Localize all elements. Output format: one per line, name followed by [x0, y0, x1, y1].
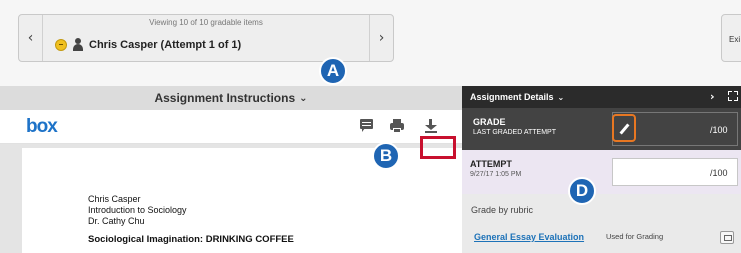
- pencil-icon: [619, 123, 630, 135]
- callout-a: A: [319, 57, 347, 85]
- attempt-navigator: ‹ Viewing 10 of 10 gradable items Chris …: [18, 14, 394, 62]
- grade-by-rubric-label: Grade by rubric: [471, 205, 534, 215]
- document-toolbar: box: [0, 110, 462, 144]
- print-icon[interactable]: [390, 119, 404, 133]
- doc-instructor: Dr. Cathy Chu: [88, 216, 145, 226]
- previous-item-button[interactable]: ‹: [19, 15, 43, 61]
- download-icon[interactable]: [424, 119, 438, 133]
- highlight-box: [420, 136, 456, 159]
- callout-d: D: [568, 177, 596, 205]
- attempt-max: /100: [710, 168, 728, 178]
- doc-course: Introduction to Sociology: [88, 205, 187, 215]
- grade-max: /100: [710, 125, 728, 135]
- status-dot-icon: [55, 38, 67, 51]
- grade-section: GRADE LAST GRADED ATTEMPT /100: [462, 108, 741, 150]
- attempt-label: ATTEMPT: [470, 159, 512, 169]
- student-attempt[interactable]: Chris Casper (Attempt 1 of 1): [55, 38, 241, 51]
- student-attempt-label: Chris Casper (Attempt 1 of 1): [89, 38, 242, 51]
- chevron-right-icon[interactable]: ›: [710, 90, 715, 103]
- edit-grade-button[interactable]: [612, 114, 636, 142]
- rubric-section: Grade by rubric General Essay Evaluation…: [462, 194, 741, 253]
- rubric-used-for: Used for Grading: [606, 232, 664, 241]
- callout-b: B: [372, 142, 400, 170]
- doc-author: Chris Casper: [88, 194, 141, 204]
- attempt-section: ATTEMPT 9/27/17 1:05 PM /100: [462, 150, 741, 194]
- assignment-instructions-toggle[interactable]: Assignment Instructions ⌄: [0, 86, 462, 110]
- grading-panel: Assignment Details ⌄ › GRADE LAST GRADED…: [462, 86, 741, 253]
- chevron-down-icon: ⌄: [299, 92, 308, 104]
- attempt-date: 9/27/17 1:05 PM: [470, 171, 522, 178]
- assignment-details-header[interactable]: Assignment Details ⌄ ›: [462, 86, 741, 108]
- doc-title: Sociological Imagination: DRINKING COFFE…: [88, 234, 294, 245]
- assignment-details-label: Assignment Details: [470, 92, 554, 102]
- grade-sublabel: LAST GRADED ATTEMPT: [473, 129, 556, 136]
- person-icon: [72, 38, 84, 51]
- next-item-button[interactable]: ›: [369, 15, 393, 61]
- assignment-instructions-label: Assignment Instructions: [154, 91, 296, 105]
- rubric-link[interactable]: General Essay Evaluation: [474, 232, 584, 242]
- comment-icon[interactable]: [360, 119, 374, 133]
- top-navigation-area: ‹ Viewing 10 of 10 gradable items Chris …: [0, 0, 741, 86]
- viewing-count: Viewing 10 of 10 gradable items: [149, 18, 263, 27]
- exit-button[interactable]: Exi: [721, 14, 741, 62]
- box-logo: box: [26, 116, 58, 137]
- chevron-down-icon: ⌄: [557, 92, 565, 102]
- expand-icon[interactable]: [728, 91, 738, 101]
- grade-label: GRADE: [473, 117, 506, 127]
- rubric-icon[interactable]: [720, 231, 734, 244]
